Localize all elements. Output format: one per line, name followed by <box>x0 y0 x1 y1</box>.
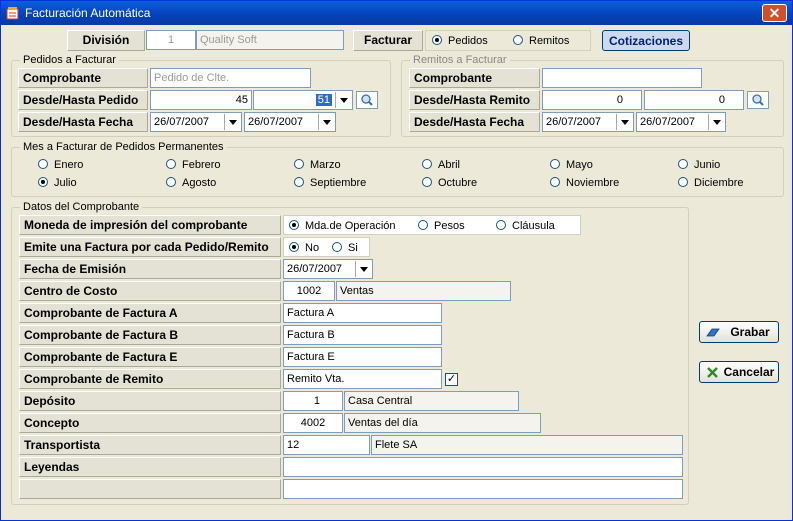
close-icon <box>707 367 718 378</box>
centro-costo-name-field: Ventas <box>336 281 511 301</box>
cotizaciones-button[interactable]: Cotizaciones <box>602 30 690 51</box>
radio-month-mayo[interactable]: Mayo <box>550 158 593 172</box>
search-icon <box>361 94 373 106</box>
radio-month-agosto[interactable]: Agosto <box>166 176 216 190</box>
concepto-code-field[interactable]: 4002 <box>283 413 343 433</box>
deposito-code-field[interactable]: 1 <box>283 391 343 411</box>
remitos-fecha-hasta-field[interactable]: 26/07/2007 <box>636 112 726 132</box>
radio-emite-si[interactable]: Si <box>332 241 358 255</box>
factura-b-field[interactable]: Factura B <box>283 325 442 345</box>
chevron-down-icon[interactable] <box>224 114 240 130</box>
radio-moneda-pesos[interactable]: Pesos <box>418 219 465 233</box>
main-window: Facturación Automática ✕ División 1 Qual… <box>0 0 793 521</box>
chevron-down-icon[interactable] <box>708 114 724 130</box>
radio-emite-no[interactable]: No <box>289 241 319 255</box>
radio-month-junio[interactable]: Junio <box>678 158 720 172</box>
remito-label: Comprobante de Remito <box>19 369 281 389</box>
search-icon <box>752 94 764 106</box>
pedidos-comprobante-field[interactable]: Pedido de Clte. <box>150 68 311 88</box>
remito-field[interactable]: Remito Vta. <box>283 369 442 389</box>
radio-month-diciembre[interactable]: Diciembre <box>678 176 744 190</box>
factura-e-field[interactable]: Factura E <box>283 347 442 367</box>
pedido-desde-field[interactable]: 45 <box>150 90 252 110</box>
pedidos-fecha-desde-field[interactable]: 26/07/2007 <box>150 112 242 132</box>
factura-a-field[interactable]: Factura A <box>283 303 442 323</box>
radio-moneda-operacion[interactable]: Mda.de Operación <box>289 219 396 233</box>
remitos-legend: Remitos a Facturar <box>410 54 510 66</box>
facturar-label: Facturar <box>353 30 423 51</box>
chevron-down-icon[interactable] <box>355 261 371 277</box>
radio-month-febrero[interactable]: Febrero <box>166 158 221 172</box>
fecha-emision-field[interactable]: 26/07/2007 <box>283 259 373 279</box>
mes-group: Mes a Facturar de Pedidos Permanentes <box>11 141 784 197</box>
transportista-name-field: Flete SA <box>371 435 683 455</box>
chevron-down-icon[interactable] <box>616 114 632 130</box>
radio-moneda-clausula[interactable]: Cláusula <box>496 219 555 233</box>
grabar-button[interactable]: Grabar <box>699 321 779 343</box>
concepto-name-field: Ventas del día <box>344 413 541 433</box>
remitos-desde-hasta-fecha-label: Desde/Hasta Fecha <box>409 112 540 132</box>
emite-label: Emite una Factura por cada Pedido/Remito <box>19 237 281 257</box>
mes-legend: Mes a Facturar de Pedidos Permanentes <box>20 141 227 153</box>
window-title: Facturación Automática <box>25 6 151 20</box>
remitos-fecha-desde-field[interactable]: 26/07/2007 <box>542 112 634 132</box>
search-pedido-button[interactable] <box>356 91 378 109</box>
radio-month-marzo[interactable]: Marzo <box>294 158 341 172</box>
radio-month-noviembre[interactable]: Noviembre <box>550 176 619 190</box>
chevron-down-icon[interactable] <box>335 92 351 108</box>
pedidos-legend: Pedidos a Facturar <box>20 54 119 66</box>
pedido-hasta-value: 51 <box>315 94 332 106</box>
leyenda-1-field[interactable] <box>283 457 683 477</box>
radio-month-septiembre[interactable]: Septiembre <box>294 176 366 190</box>
leyenda-2-field[interactable] <box>283 479 683 499</box>
radio-month-abril[interactable]: Abril <box>422 158 460 172</box>
division-label: División <box>67 30 145 51</box>
close-button[interactable]: ✕ <box>762 4 787 22</box>
radio-month-julio[interactable]: Julio <box>38 176 77 190</box>
division-name-field: Quality Soft <box>196 30 344 50</box>
radio-remitos[interactable]: Remitos <box>513 34 569 48</box>
deposito-name-field: Casa Central <box>344 391 519 411</box>
save-icon <box>706 328 720 337</box>
chevron-down-icon[interactable] <box>318 114 334 130</box>
transportista-code-field[interactable]: 12 <box>283 435 370 455</box>
factura-a-label: Comprobante de Factura A <box>19 303 281 323</box>
factura-b-label: Comprobante de Factura B <box>19 325 281 345</box>
deposito-label: Depósito <box>19 391 281 411</box>
remito-hasta-field[interactable]: 0 <box>644 90 744 110</box>
remitos-comprobante-label: Comprobante <box>409 68 540 88</box>
search-remito-button[interactable] <box>747 91 769 109</box>
remito-desde-field[interactable]: 0 <box>542 90 642 110</box>
transportista-label: Transportista <box>19 435 281 455</box>
centro-costo-label: Centro de Costo <box>19 281 281 301</box>
remito-checkbox[interactable]: ✓ <box>445 373 458 386</box>
radio-pedidos[interactable]: Pedidos <box>432 34 488 48</box>
fecha-emision-label: Fecha de Emisión <box>19 259 281 279</box>
cancelar-button[interactable]: Cancelar <box>699 361 779 383</box>
pedidos-comprobante-label: Comprobante <box>18 68 148 88</box>
pedidos-desde-hasta-fecha-label: Desde/Hasta Fecha <box>18 112 148 132</box>
factura-e-label: Comprobante de Factura E <box>19 347 281 367</box>
moneda-label: Moneda de impresión del comprobante <box>19 215 281 235</box>
centro-costo-code-field[interactable]: 1002 <box>283 281 335 301</box>
desde-hasta-pedido-label: Desde/Hasta Pedido <box>18 90 148 110</box>
concepto-label: Concepto <box>19 413 281 433</box>
division-code-field[interactable]: 1 <box>146 30 196 50</box>
datos-legend: Datos del Comprobante <box>20 201 143 213</box>
title-bar[interactable]: Facturación Automática ✕ <box>1 1 792 25</box>
desde-hasta-remito-label: Desde/Hasta Remito <box>409 90 540 110</box>
radio-month-octubre[interactable]: Octubre <box>422 176 477 190</box>
pedido-hasta-field[interactable]: 51 <box>253 90 353 110</box>
leyendas-label: Leyendas <box>19 457 281 477</box>
radio-month-enero[interactable]: Enero <box>38 158 83 172</box>
leyendas-label-filler <box>19 479 281 499</box>
app-icon <box>6 7 19 20</box>
remitos-comprobante-field[interactable] <box>542 68 702 88</box>
pedidos-fecha-hasta-field[interactable]: 26/07/2007 <box>244 112 336 132</box>
